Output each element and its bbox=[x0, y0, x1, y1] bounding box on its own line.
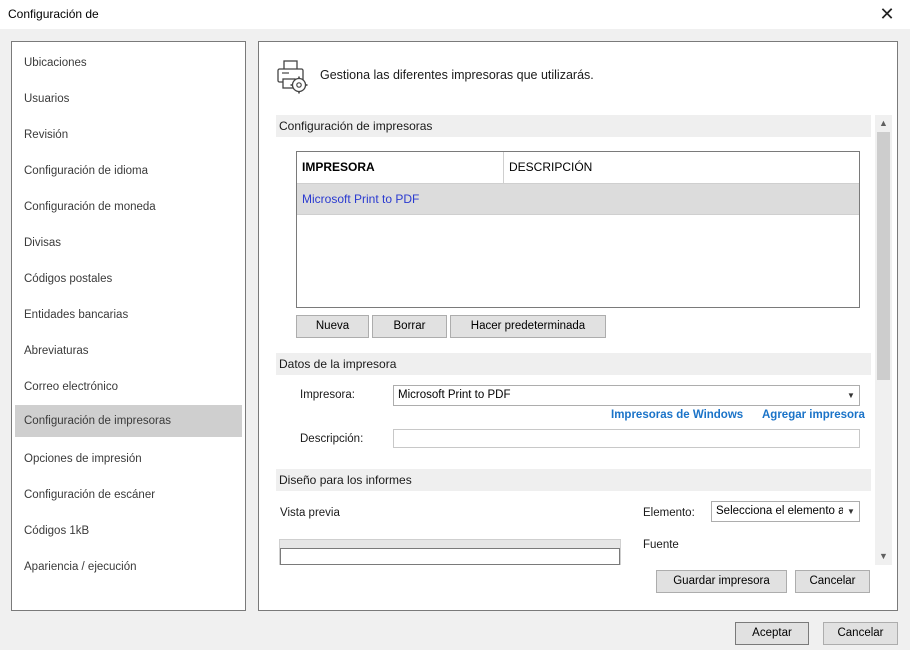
close-icon: ✕ bbox=[879, 4, 895, 24]
sidebar-item-codigos-1kb[interactable]: Códigos 1kB bbox=[15, 515, 242, 547]
chevron-down-icon: ▼ bbox=[843, 502, 859, 521]
sidebar-item-impresoras[interactable]: Configuración de impresoras bbox=[15, 405, 242, 437]
printer-select[interactable]: Microsoft Print to PDF ▼ bbox=[393, 385, 860, 406]
accept-button[interactable]: Aceptar bbox=[735, 622, 809, 645]
description-label: Descripción: bbox=[300, 433, 364, 445]
panel-scrollbar[interactable]: ▲ ▼ bbox=[875, 115, 892, 565]
printers-table: IMPRESORA DESCRIPCIÓN Microsoft Print to… bbox=[296, 151, 860, 308]
sidebar-item-codigos-postales[interactable]: Códigos postales bbox=[15, 263, 242, 295]
printer-data-section-header: Datos de la impresora bbox=[276, 353, 871, 375]
printer-gear-icon bbox=[277, 60, 308, 94]
element-select[interactable]: Selecciona el elemento a ▼ bbox=[711, 501, 860, 522]
element-select-value: Selecciona el elemento a bbox=[716, 505, 845, 517]
printer-settings-panel: Gestiona las diferentes impresoras que u… bbox=[258, 41, 898, 611]
sidebar-item-ubicaciones[interactable]: Ubicaciones bbox=[15, 47, 242, 79]
sidebar-item-moneda[interactable]: Configuración de moneda bbox=[15, 191, 242, 223]
sidebar-item-divisas[interactable]: Divisas bbox=[15, 227, 242, 259]
sidebar-item-correo[interactable]: Correo electrónico bbox=[15, 371, 242, 403]
table-header: IMPRESORA DESCRIPCIÓN bbox=[297, 152, 859, 184]
scrollbar-thumb[interactable] bbox=[877, 132, 890, 380]
add-printer-link[interactable]: Agregar impresora bbox=[762, 409, 865, 421]
printer-label: Impresora: bbox=[300, 389, 355, 401]
sidebar-item-opciones-impresion[interactable]: Opciones de impresión bbox=[15, 443, 242, 475]
sidebar-item-idioma[interactable]: Configuración de idioma bbox=[15, 155, 242, 187]
preview-label: Vista previa bbox=[280, 507, 340, 519]
report-design-section-header: Diseño para los informes bbox=[276, 469, 871, 491]
title-bar: Configuración de ✕ bbox=[0, 0, 910, 29]
scroll-up-arrow-icon[interactable]: ▲ bbox=[875, 115, 892, 132]
windows-printers-link[interactable]: Impresoras de Windows bbox=[611, 409, 743, 421]
chevron-down-icon: ▼ bbox=[843, 386, 859, 405]
settings-sidebar: Ubicaciones Usuarios Revisión Configurac… bbox=[11, 41, 246, 611]
panel-cancel-button[interactable]: Cancelar bbox=[795, 570, 870, 593]
new-printer-button[interactable]: Nueva bbox=[296, 315, 369, 338]
element-label: Elemento: bbox=[643, 507, 695, 519]
close-button[interactable]: ✕ bbox=[864, 0, 910, 29]
set-default-button[interactable]: Hacer predeterminada bbox=[450, 315, 606, 338]
sidebar-item-entidades-bancarias[interactable]: Entidades bancarias bbox=[15, 299, 242, 331]
page-description: Gestiona las diferentes impresoras que u… bbox=[320, 68, 594, 82]
sidebar-item-apariencia[interactable]: Apariencia / ejecución bbox=[15, 551, 242, 583]
footer-cancel-button[interactable]: Cancelar bbox=[823, 622, 898, 645]
description-input[interactable] bbox=[393, 429, 860, 448]
sidebar-item-revision[interactable]: Revisión bbox=[15, 119, 242, 151]
printer-select-value: Microsoft Print to PDF bbox=[398, 389, 511, 401]
window-title: Configuración de bbox=[8, 7, 99, 21]
sidebar-item-abreviaturas[interactable]: Abreviaturas bbox=[15, 335, 242, 367]
printers-section-header: Configuración de impresoras bbox=[276, 115, 871, 137]
sidebar-item-escaner[interactable]: Configuración de escáner bbox=[15, 479, 242, 511]
font-label: Fuente bbox=[643, 539, 679, 551]
delete-printer-button[interactable]: Borrar bbox=[372, 315, 447, 338]
scroll-down-arrow-icon[interactable]: ▼ bbox=[875, 548, 892, 565]
sidebar-item-usuarios[interactable]: Usuarios bbox=[15, 83, 242, 115]
printer-name-cell: Microsoft Print to PDF bbox=[302, 192, 420, 206]
report-preview-canvas bbox=[280, 548, 620, 565]
report-preview bbox=[279, 539, 621, 565]
save-printer-button[interactable]: Guardar impresora bbox=[656, 570, 787, 593]
column-header-description[interactable]: DESCRIPCIÓN bbox=[505, 152, 592, 183]
table-row[interactable]: Microsoft Print to PDF bbox=[297, 184, 859, 215]
column-header-printer[interactable]: IMPRESORA bbox=[297, 152, 504, 183]
